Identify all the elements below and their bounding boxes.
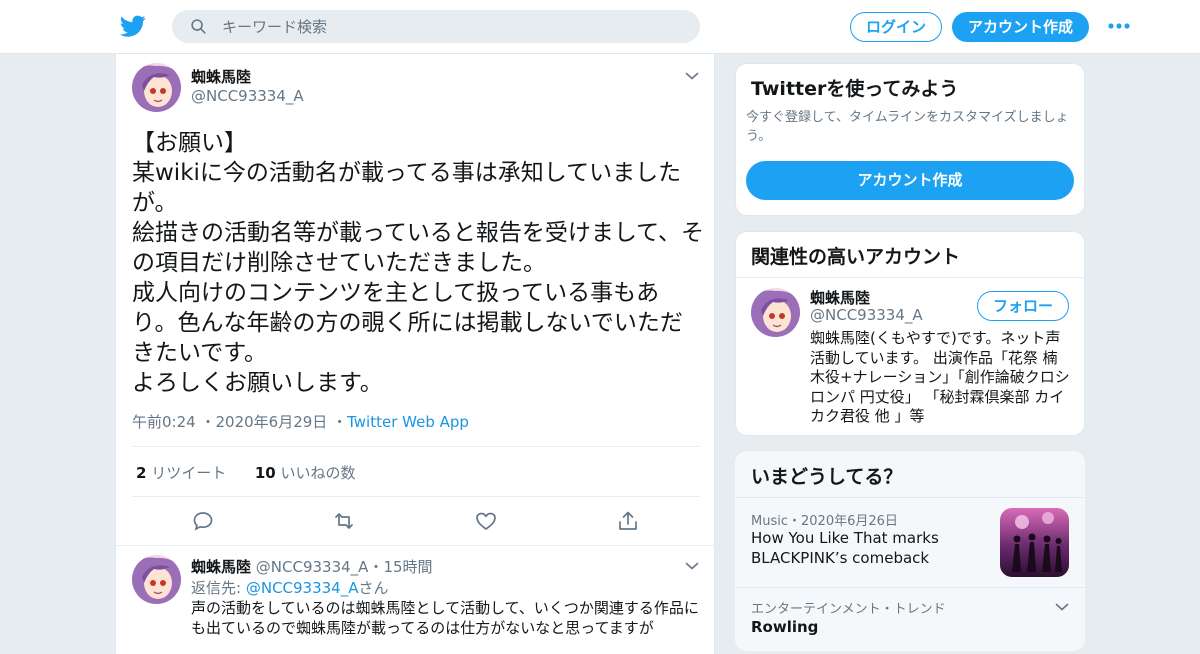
signup-card: Twitterを使ってみよう 今すぐ登録して、タイムラインをカスタマイズしましょ… — [735, 63, 1085, 216]
retweet-icon[interactable] — [332, 509, 356, 533]
reply-to-suffix: さん — [358, 579, 389, 597]
top-navigation-bar: ログイン アカウント作成 — [0, 0, 1200, 54]
trends-card: いまどうしてる？ Music・2020年6月26日 How You Like T… — [735, 451, 1085, 651]
signup-button[interactable]: アカウント作成 — [952, 12, 1089, 42]
like-icon[interactable] — [474, 509, 498, 533]
related-account-handle[interactable]: @NCC93334_A — [810, 306, 923, 324]
trend-thumbnail — [1000, 508, 1069, 577]
divider — [736, 587, 1084, 588]
divider — [736, 277, 1084, 278]
related-card-title: 関連性の高いアカウント — [751, 246, 961, 268]
author-name[interactable]: 蜘蛛馬陸 — [191, 66, 251, 87]
signup-card-text: 今すぐ登録して、タイムラインをカスタマイズしましょう。 — [746, 110, 1069, 144]
more-icon[interactable] — [1108, 22, 1130, 30]
trend-category: Music — [751, 514, 788, 529]
avatar[interactable] — [132, 63, 181, 112]
twitter-logo-icon[interactable] — [120, 13, 146, 39]
divider — [132, 496, 700, 497]
search-input[interactable] — [222, 10, 682, 43]
meta-separator: ・ — [200, 413, 216, 431]
reply-age[interactable]: 15時間 — [383, 558, 432, 576]
avatar-illustration — [751, 288, 800, 337]
divider — [132, 446, 700, 447]
related-avatar[interactable] — [751, 288, 800, 337]
reply-icon[interactable] — [191, 509, 215, 533]
divider — [116, 545, 716, 546]
trend-category: エンターテインメント・トレンド — [751, 602, 946, 617]
meta-separator: ・ — [368, 558, 384, 576]
search-icon — [191, 19, 206, 34]
author-handle[interactable]: @NCC93334_A — [191, 87, 304, 105]
avatar-illustration — [132, 63, 181, 112]
related-accounts-card: 関連性の高いアカウント 蜘蛛馬陸 @NCC93334_A フォロー 蜘蛛馬陸(く… — [735, 231, 1085, 436]
reply-author-handle[interactable]: @NCC93334_A — [256, 558, 369, 576]
trends-card-title: いまどうしてる？ — [751, 466, 903, 488]
avatar-illustration — [132, 555, 181, 604]
meta-separator: ・ — [788, 514, 802, 529]
like-count: 10 — [254, 464, 276, 482]
trend-title: How You Like That marks BLACKPINK’s come… — [751, 529, 939, 567]
related-account-bio: 蜘蛛馬陸(くもやすで)です。ネット声活動しています。 出演作品「花祭 楠木役+ナ… — [810, 329, 1070, 425]
tweet-text: 【お願い】 某wikiに今の活動名が載ってる事は承知していましたが。 絵描きの活… — [132, 130, 705, 396]
tweet-source-link[interactable]: Twitter Web App — [347, 413, 469, 431]
share-icon[interactable] — [616, 509, 640, 533]
concert-image — [1000, 508, 1069, 577]
reply-text: 声の活動をしているのは蜘蛛馬陸として活動して、いくつか関連する作品にも出ているの… — [191, 599, 699, 637]
like-stat[interactable]: 10 いいねの数 — [255, 464, 356, 482]
chevron-down-icon[interactable] — [685, 561, 699, 571]
trend-meta: Music・2020年6月26日 — [751, 510, 898, 529]
related-account-name[interactable]: 蜘蛛馬陸 — [810, 287, 870, 308]
tweet-actions — [116, 509, 716, 533]
signup-card-title: Twitterを使ってみよう — [751, 78, 959, 100]
meta-separator: ・ — [332, 413, 348, 431]
tweet-column: 蜘蛛馬陸 @NCC93334_A 【お願い】 某wikiに今の活動名が載ってる事… — [115, 54, 716, 654]
retweet-stat[interactable]: 2 リツイート — [136, 464, 226, 482]
trend-title: Rowling — [751, 618, 819, 636]
like-label: いいねの数 — [280, 464, 356, 482]
reply-avatar[interactable] — [132, 555, 181, 604]
reply-header: 蜘蛛馬陸 @NCC93334_A・15時間 — [191, 556, 433, 577]
tweet-stats: 2 リツイート 10 いいねの数 — [136, 462, 356, 483]
trend-date: 2020年6月26日 — [801, 514, 898, 529]
reply-author-name[interactable]: 蜘蛛馬陸 — [191, 558, 251, 576]
reply-to-line: 返信先: @NCC93334_Aさん — [191, 577, 389, 598]
retweet-count: 2 — [136, 464, 147, 482]
reply-to-handle[interactable]: @NCC93334_A — [246, 579, 359, 597]
divider — [736, 497, 1084, 498]
reply-to-label: 返信先: — [191, 579, 242, 597]
signup-card-button[interactable]: アカウント作成 — [746, 161, 1074, 200]
login-button[interactable]: ログイン — [850, 12, 942, 42]
tweet-time[interactable]: 午前0:24 — [132, 413, 196, 431]
tweet-date[interactable]: 2020年6月29日 — [215, 413, 327, 431]
follow-button[interactable]: フォロー — [977, 291, 1069, 321]
chevron-down-icon[interactable] — [1055, 602, 1069, 612]
retweet-label: リツイート — [151, 464, 227, 482]
tweet-timestamp: 午前0:24 ・2020年6月29日 ・Twitter Web App — [132, 411, 469, 432]
chevron-down-icon[interactable] — [685, 71, 699, 81]
search-box[interactable] — [172, 10, 700, 43]
